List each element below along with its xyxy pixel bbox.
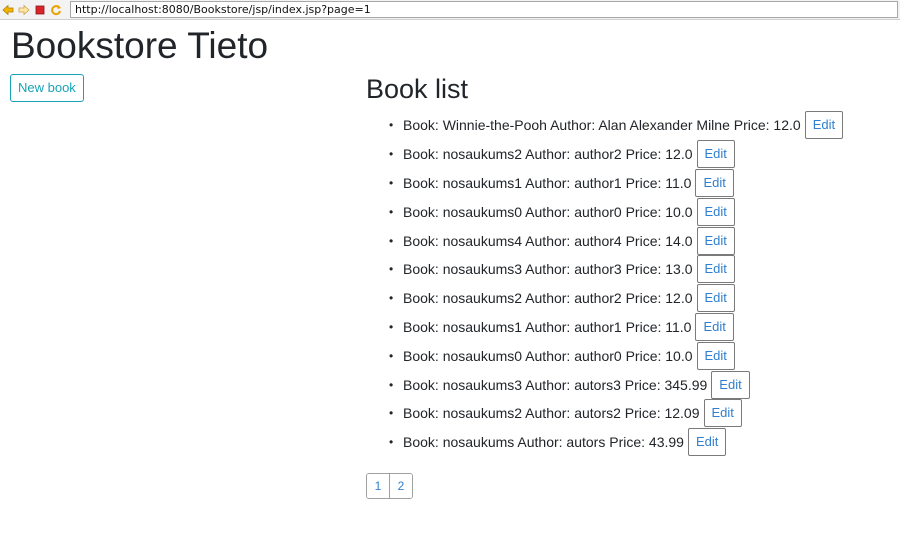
list-item: • Book: nosaukums Author: autors Price: 4… [389, 428, 889, 457]
list-item: • Book: nosaukums2 Author: author2 Price:… [389, 140, 889, 169]
browser-toolbar: http://localhost:8080/Bookstore/jsp/inde… [0, 0, 900, 20]
stop-icon[interactable] [34, 4, 46, 16]
edit-button[interactable]: Edit [703, 399, 742, 428]
list-item: • Book: Winnie-the-Pooh Author: Alan Alex… [389, 111, 889, 140]
page-link[interactable]: 1 [367, 474, 389, 498]
list-item: • Book: nosaukums3 Author: autors3 Price:… [389, 370, 889, 399]
edit-button[interactable]: Edit [696, 197, 735, 226]
pagination: 12 [366, 473, 413, 499]
page-title: Bookstore Tieto [11, 25, 269, 66]
book-entry-text: Book: nosaukums0 Author: author0 Price: … [403, 203, 693, 220]
book-entry-text: Book: nosaukums3 Author: author3 Price: … [403, 261, 693, 278]
list-item: • Book: nosaukums1 Author: author1 Price:… [389, 168, 889, 198]
list-item: • Book: nosaukums0 Author: author0 Price:… [389, 341, 889, 370]
bullet-icon: • [389, 118, 394, 133]
list-item: • Book: nosaukums1 Author: author1 Price:… [389, 312, 889, 342]
url-input[interactable]: http://localhost:8080/Bookstore/jsp/inde… [70, 1, 898, 18]
edit-button[interactable]: Edit [696, 140, 735, 169]
edit-button[interactable]: Edit [696, 255, 735, 284]
bullet-icon: • [389, 147, 394, 162]
browser-nav-icons [2, 3, 62, 17]
edit-button[interactable]: Edit [695, 312, 734, 341]
edit-button[interactable]: Edit [696, 284, 735, 313]
list-item: • Book: nosaukums0 Author: author0 Price:… [389, 197, 889, 226]
book-entry-text: Book: nosaukums0 Author: author0 Price: … [403, 347, 693, 364]
refresh-icon[interactable] [50, 4, 62, 16]
edit-button[interactable]: Edit [695, 168, 734, 197]
edit-button[interactable]: Edit [696, 341, 735, 370]
edit-button[interactable]: Edit [687, 428, 727, 457]
book-entry-text: Book: nosaukums1 Author: author1 Price: … [403, 318, 692, 335]
bullet-icon: • [389, 204, 394, 219]
page-link[interactable]: 2 [389, 474, 412, 498]
bullet-icon: • [389, 406, 394, 421]
bullet-icon: • [389, 348, 394, 363]
book-entry-text: Book: nosaukums2 Author: author2 Price: … [403, 146, 693, 163]
bullet-icon: • [389, 175, 394, 190]
book-entry-text: Book: nosaukums4 Author: author4 Price: … [403, 232, 693, 249]
edit-button[interactable]: Edit [696, 226, 735, 255]
forward-arrow-icon[interactable] [18, 4, 30, 16]
book-list: • Book: Winnie-the-Pooh Author: Alan Alex… [389, 111, 889, 457]
book-entry-text: Book: nosaukums2 Author: author2 Price: … [403, 290, 693, 307]
edit-button[interactable]: Edit [711, 370, 750, 399]
book-entry-text: Book: nosaukums Author: autors Price: 43… [403, 434, 684, 451]
bullet-icon: • [389, 435, 394, 450]
book-entry-text: Book: nosaukums1 Author: author1 Price: … [403, 174, 692, 191]
book-entry-text: Book: nosaukums2 Author: autors2 Price: … [403, 405, 700, 422]
bullet-icon: • [389, 291, 394, 306]
new-book-button[interactable]: New book [10, 74, 84, 102]
back-arrow-icon[interactable] [2, 4, 14, 16]
list-item: • Book: nosaukums2 Author: autors2 Price:… [389, 399, 889, 428]
book-entry-text: Book: Winnie-the-Pooh Author: Alan Alexa… [403, 117, 801, 134]
book-list-heading: Book list [366, 74, 469, 104]
list-item: • Book: nosaukums2 Author: author2 Price:… [389, 284, 889, 313]
list-item: • Book: nosaukums4 Author: author4 Price:… [389, 226, 889, 255]
bullet-icon: • [389, 262, 394, 277]
bullet-icon: • [389, 377, 394, 392]
bullet-icon: • [389, 233, 394, 248]
list-item: • Book: nosaukums3 Author: author3 Price:… [389, 255, 889, 284]
book-entry-text: Book: nosaukums3 Author: autors3 Price: … [403, 376, 708, 393]
edit-button[interactable]: Edit [804, 111, 844, 140]
bullet-icon: • [389, 319, 394, 334]
